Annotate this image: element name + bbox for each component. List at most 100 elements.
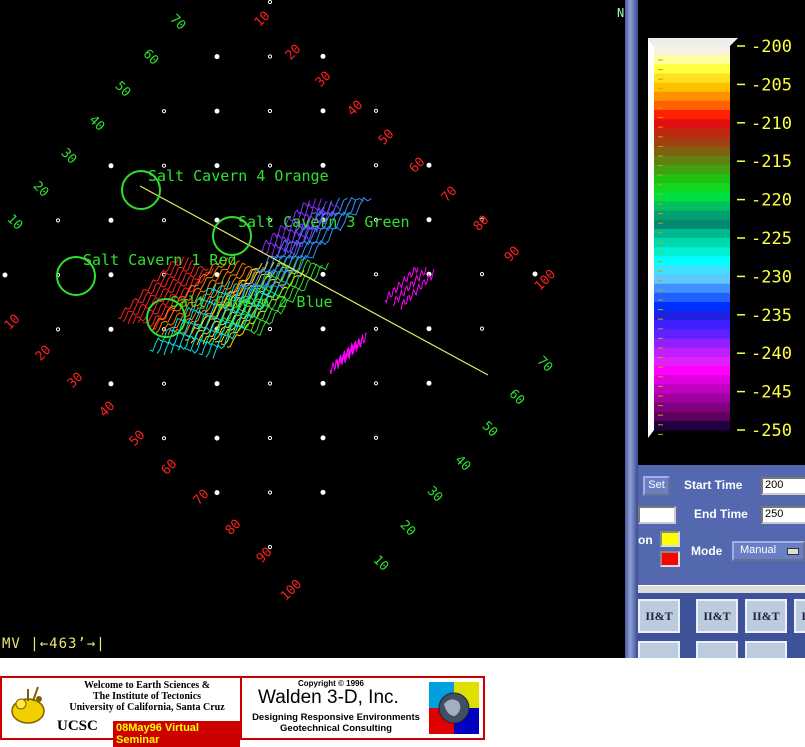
grid-point <box>214 54 220 60</box>
grid-point <box>214 490 220 496</box>
axis-label-lower-left: 10 <box>2 312 24 334</box>
seminar-date: 08May96 Virtual Seminar <box>113 721 240 747</box>
colorbar-tick-label: -205 <box>751 75 792 95</box>
colorbar-band <box>654 320 730 330</box>
grid-point <box>320 326 326 332</box>
colorbar-band <box>654 192 730 202</box>
axis-label-upper-right: 40 <box>345 98 367 120</box>
time-controls: Set Start Time 200 End Time 250 on Mode … <box>638 465 805 585</box>
grid-point <box>479 272 485 277</box>
end-time-input[interactable]: 250 <box>761 506 805 524</box>
ucsc-label: UCSC <box>57 718 98 734</box>
grid-point <box>267 108 273 114</box>
colorbar-tick-label: -230 <box>751 267 792 287</box>
colorbar-band <box>654 73 730 84</box>
axis-label-lower-left: 100 <box>278 577 305 604</box>
axis-label-lower-left: 90 <box>254 545 276 567</box>
colorbar-band <box>654 347 730 358</box>
colorbar-tick-label: -200 <box>751 37 792 57</box>
axis-label-upper-left: 40 <box>86 113 108 135</box>
grid-point <box>108 163 114 169</box>
start-time-input[interactable]: 200 <box>761 477 805 495</box>
axis-label-upper-right: 100 <box>532 267 559 294</box>
grid-point <box>2 272 8 278</box>
grid-point <box>161 436 167 441</box>
top-color-swatch[interactable] <box>660 531 680 547</box>
colorbar-tick-label: -250 <box>751 421 792 441</box>
axis-label-lower-right: 50 <box>479 419 501 441</box>
colorbar-band <box>654 183 730 193</box>
grid-point <box>214 108 220 114</box>
cavern-label: Salt Cavern 4 Orange <box>148 167 329 185</box>
grid-point <box>214 381 220 387</box>
grid-point <box>55 218 61 223</box>
iit-logo-icon <box>696 641 738 658</box>
dropdown-icon <box>787 548 799 555</box>
grid-point <box>161 381 167 386</box>
axis-label-lower-right: 30 <box>424 484 446 506</box>
colorbar-band <box>654 238 730 248</box>
colorbar-band <box>654 311 730 321</box>
colorbar-band <box>654 338 730 349</box>
welcome-line-1: Welcome to Earth Sciences & <box>83 680 211 691</box>
tagline-line-1: Designing Responsive Environments <box>252 712 420 723</box>
grid-point <box>108 272 114 278</box>
colorbar-tick-label: -225 <box>751 229 792 249</box>
grid-point <box>320 435 326 441</box>
company-name: Walden 3-D, Inc. <box>258 687 399 708</box>
banana-slug-icon <box>11 686 45 724</box>
axis-label-lower-left: 80 <box>223 517 245 539</box>
panel-divider[interactable] <box>625 0 638 658</box>
axis-label-lower-left: 60 <box>159 457 181 479</box>
axis-label-lower-left: 40 <box>97 399 119 421</box>
colorbar-band <box>654 366 730 376</box>
grid-point <box>373 108 379 113</box>
colorbar-band <box>654 46 730 56</box>
color-label: on <box>638 533 653 547</box>
end-time-label: End Time <box>694 507 748 521</box>
colorbar-band <box>654 210 730 221</box>
iit-logo-icon: II&T <box>745 599 787 633</box>
iit-logo-icon: II&T <box>638 599 680 633</box>
grid-point <box>161 218 167 223</box>
set-button[interactable]: Set <box>643 476 670 496</box>
colorbar-tick-label: -220 <box>751 191 792 211</box>
colorbar-band <box>654 274 730 285</box>
axis-label-upper-right: 10 <box>252 9 274 31</box>
colorbar-band <box>654 100 730 111</box>
axis-label-upper-right: 50 <box>376 127 398 149</box>
colorbar-area: -200 -205 -210 -215 -220 -225 -230 -235 -240 -245… <box>638 0 805 465</box>
contour-plot: 7060504030201010203040506070809010010203… <box>2 0 559 604</box>
axis-label-lower-left: 50 <box>127 428 149 450</box>
axis-label-upper-right: 70 <box>439 184 461 206</box>
axis-label-upper-left: 70 <box>167 12 189 34</box>
cavern-label: Salt Cavern 3 Green <box>238 213 410 231</box>
grid-point <box>161 109 167 114</box>
welcome-line-2: The Institute of Tectonics <box>92 691 202 702</box>
colorbar-band <box>654 164 730 175</box>
grid-point <box>108 381 114 387</box>
colorbar-band <box>654 119 730 129</box>
color-field[interactable] <box>638 506 676 524</box>
logo-strip: II&T II&T II&T II&T <box>638 593 805 658</box>
colorbar-band <box>654 302 730 312</box>
seminar-banner: Welcome to Earth Sciences & The Institut… <box>0 676 485 747</box>
colorbar-band <box>654 247 730 257</box>
bottom-color-swatch[interactable] <box>660 551 680 567</box>
3d-visualization-view[interactable]: 70 60 50 40 30 20 10 10 20 30 40 50 60 70 80 90 100 10 20 3… <box>0 0 625 658</box>
grid-point <box>373 381 379 386</box>
grid-point <box>267 54 273 59</box>
iit-logo-icon: II&T <box>794 599 805 633</box>
grid-point <box>267 0 273 5</box>
colorbar-band <box>654 201 730 212</box>
axis-label-lower-right: 10 <box>370 553 392 575</box>
walden-banner: Copyright © 1996 Walden 3-D, Inc. Design… <box>242 678 483 738</box>
colorbar-band <box>654 411 730 422</box>
colorbar-band <box>654 128 730 138</box>
colorbar-band <box>654 137 730 148</box>
colorbar-band <box>654 146 730 157</box>
mode-select[interactable]: Manual <box>732 541 805 561</box>
grid-point <box>373 163 379 168</box>
colorbar-band <box>654 384 730 394</box>
start-time-label: Start Time <box>684 478 743 492</box>
